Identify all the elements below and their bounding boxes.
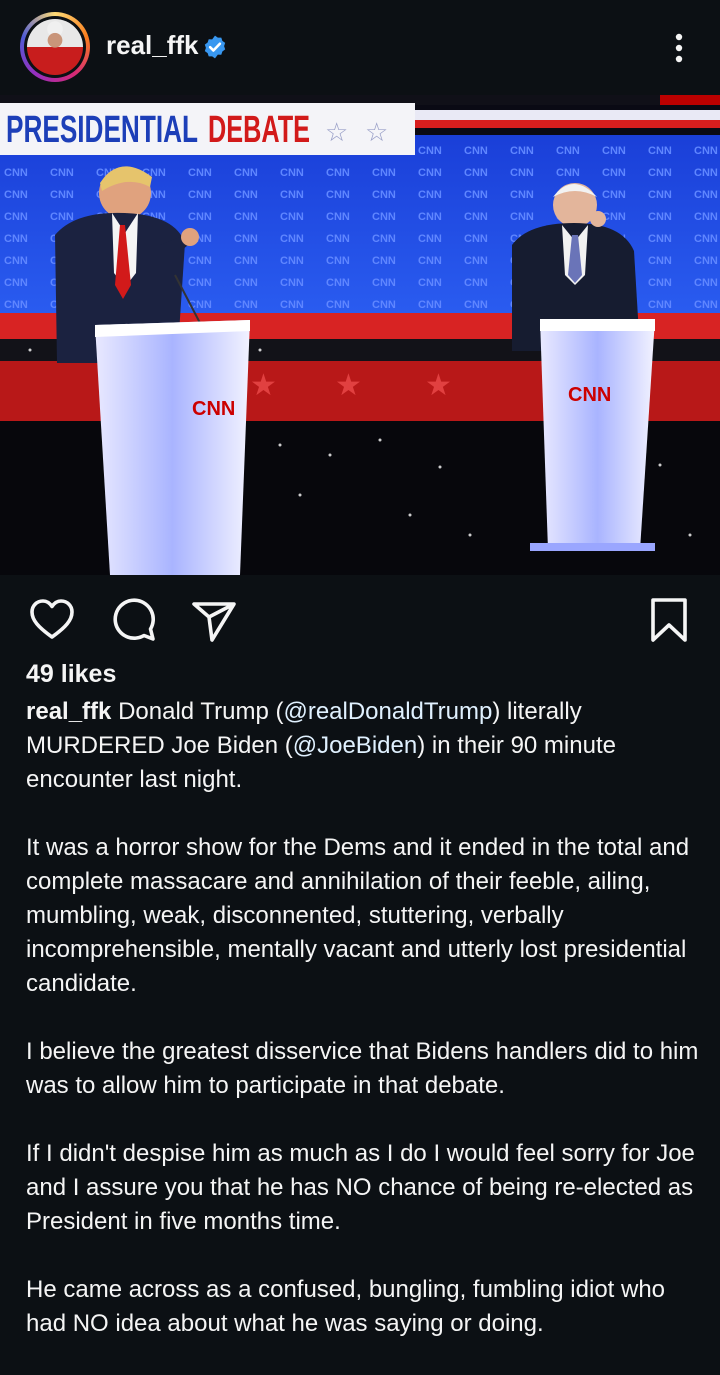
caption-paragraph: It was a horror show for the Dems and it… — [26, 834, 690, 997]
bookmark-icon[interactable] — [645, 596, 693, 644]
post-username[interactable]: real_ffk — [106, 30, 199, 61]
mention-link[interactable]: @realDonaldTrump — [283, 698, 492, 725]
verified-badge-icon — [204, 35, 226, 59]
banner-word-debate: DEBATE — [208, 109, 310, 151]
avatar[interactable] — [27, 19, 83, 75]
right-podium: CNN — [530, 319, 655, 551]
star-icon: ☆ — [325, 117, 348, 147]
caption-paragraph: I believe the greatest disservice that B… — [26, 1038, 699, 1099]
likes-count[interactable]: 49 likes — [26, 660, 116, 689]
send-icon[interactable] — [190, 596, 238, 644]
cnn-logo: CNN — [568, 384, 611, 406]
cnn-logo: CNN — [192, 398, 235, 420]
star-icon: ☆ — [365, 117, 388, 147]
caption-paragraph: He came across as a confused, bungling, … — [26, 1276, 666, 1337]
post-actions — [0, 590, 720, 650]
caption-username[interactable]: real_ffk — [26, 698, 111, 725]
avatar-story-ring[interactable] — [20, 12, 90, 82]
post-header: real_ffk — [0, 0, 720, 95]
caption-paragraph: If I didn't despise him as much as I do … — [26, 1140, 695, 1235]
left-podium: CNN — [95, 320, 250, 575]
heart-icon[interactable] — [28, 596, 76, 644]
star-icon: ★ — [335, 369, 362, 402]
caption-paragraph: real_ffk Donald Trump (@realDonaldTrump)… — [26, 698, 616, 793]
comment-icon[interactable] — [110, 596, 158, 644]
debate-stage-illustration: CNN PRESIDENTIAL DEBATE ☆ ☆ ★ ★ ★ — [0, 95, 720, 575]
star-icon: ★ — [425, 369, 452, 402]
more-vertical-icon[interactable] — [664, 30, 694, 66]
post-caption: real_ffk Donald Trump (@realDonaldTrump)… — [26, 695, 702, 1375]
mention-link[interactable]: @JoeBiden — [293, 732, 417, 759]
post-image[interactable]: CNN PRESIDENTIAL DEBATE ☆ ☆ ★ ★ ★ — [0, 95, 720, 575]
banner-word-presidential: PRESIDENTIAL — [6, 109, 198, 151]
star-icon: ★ — [250, 369, 277, 402]
